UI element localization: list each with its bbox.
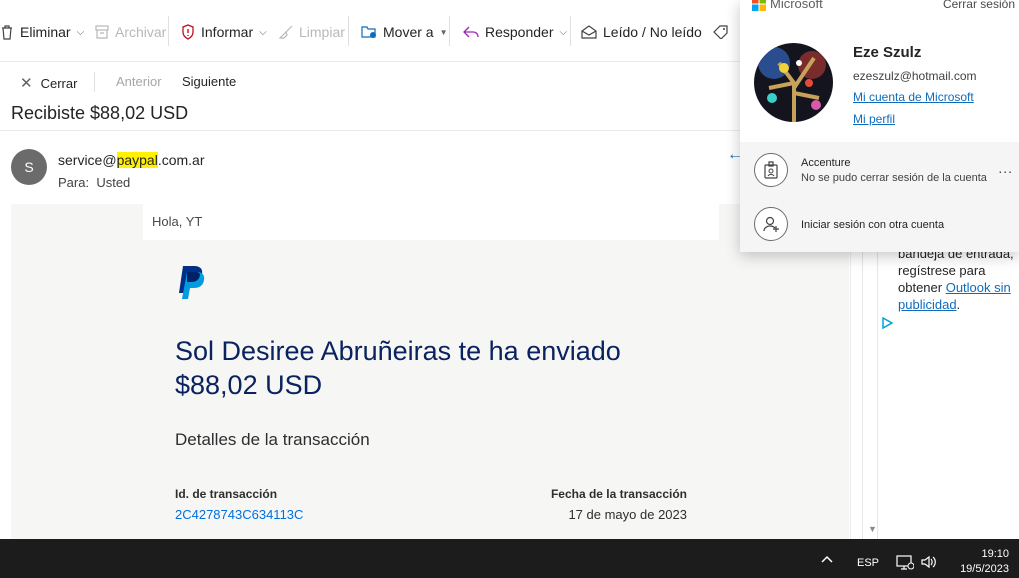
account-accenture[interactable]: Accenture No se pudo cerrar sesión de la… [740,142,1019,192]
sweep-label: Limpiar [299,24,345,40]
language-indicator[interactable]: ESP [857,557,879,569]
transaction-id-label: Id. de transacción [175,487,278,501]
archive-label: Archivar [115,24,167,40]
envelope-open-icon [581,25,597,39]
account-flyout: Microsoft Cerrar sesión Eze Szulz ezeszu… [740,0,1019,252]
greeting: Hola, YT [143,204,719,240]
email-headline: Sol Desiree Abruñeiras te ha enviado $88… [175,336,621,400]
chevron-down-icon[interactable]: ⌵ [259,27,267,38]
ad-line-2: regístrese para [898,263,986,278]
reply-icon [463,26,479,38]
sender-address[interactable]: service@paypal.com.ar [58,152,205,168]
other-accounts: Accenture No se pudo cerrar sesión de la… [740,142,1019,252]
archive-icon [95,25,109,39]
trash-icon [2,25,12,40]
transaction-id-link[interactable]: 2C4278743C634113C [175,507,303,522]
close-button[interactable]: ✕ Cerrar [20,74,77,92]
read-unread-button[interactable]: Leído / No leído [581,20,702,44]
move-to-button[interactable]: Mover a ▼ [361,20,448,44]
reply-label: Responder [485,24,554,40]
sender-avatar[interactable]: S [11,149,47,185]
report-label: Informar [201,24,254,40]
reading-pane-nav: ✕ Cerrar Anterior Siguiente [0,62,850,102]
next-button[interactable]: Siguiente [182,74,236,89]
microsoft-account-link[interactable]: Mi cuenta de Microsoft [853,90,974,104]
reply-button[interactable]: Responder ⌵ [463,20,567,44]
toolbar-divider [348,16,349,46]
clock-time[interactable]: 19:10 [981,548,1009,560]
chevron-down-icon[interactable]: ⌵ [77,27,85,38]
microsoft-logo: Microsoft [752,0,823,11]
recipient-line: Para: Usted [58,175,130,190]
caret-down-icon[interactable]: ▼ [440,28,448,37]
network-icon[interactable] [896,554,915,575]
sweep-button[interactable]: Limpiar [279,20,345,44]
user-email: ezeszulz@hotmail.com [853,69,977,83]
sender-highlight: paypal [116,152,158,168]
sign-out-link[interactable]: Cerrar sesión [943,0,1015,11]
other-account-label[interactable]: Iniciar sesión con otra cuenta [801,219,944,231]
next-label: Siguiente [182,74,237,89]
delete-button[interactable]: Eliminar ⌵ [0,20,84,44]
folder-move-icon [361,26,376,38]
chevron-up-icon[interactable] [820,553,834,567]
sender-prefix: service@ [58,152,117,168]
sender-suffix: .com.ar [157,152,205,168]
broom-icon [279,25,293,39]
account-name: Accenture [801,157,851,169]
account-status: No se pudo cerrar sesión de la cuenta [801,172,987,184]
message-subject: Recibiste $88,02 USD [11,103,189,123]
toolbar-divider [168,16,169,46]
badge-icon [754,153,788,187]
taskbar: ESP 19:10 19/5/2023 [0,539,1019,578]
scroll-down-icon[interactable]: ▼ [868,524,877,534]
adchoices-icon[interactable] [881,316,894,334]
subject-divider [0,130,850,131]
to-value: Usted [96,175,131,190]
previous-button[interactable]: Anterior [116,74,162,89]
archive-button[interactable]: Archivar [95,20,166,44]
my-profile-link[interactable]: Mi perfil [853,112,895,126]
nav-divider [94,72,95,92]
scrollbar[interactable] [862,250,878,539]
clock-date[interactable]: 19/5/2023 [960,563,1009,575]
report-button[interactable]: Informar ⌵ [181,20,267,44]
ad-suffix: . [956,297,961,312]
paypal-logo [175,264,207,307]
email-body: Hola, YT Sol Desiree Abruñeiras te ha en… [11,204,849,539]
add-person-icon [754,207,788,241]
microsoft-icon [752,0,766,11]
brand-label: Microsoft [770,0,823,11]
ad-line-3: obtener [898,280,943,295]
move-to-label: Mover a [383,24,434,40]
close-icon: ✕ [20,75,33,92]
delete-label: Eliminar [20,24,71,40]
toolbar-divider [570,16,571,46]
toolbar-divider [449,16,450,46]
tag-icon [713,25,728,39]
transaction-date-label: Fecha de la transacción [550,487,687,501]
tag-button[interactable] [713,20,735,44]
previous-label: Anterior [116,74,162,89]
transaction-details-title: Detalles de la transacción [175,430,370,449]
to-label: Para: [58,175,90,190]
chevron-down-icon[interactable]: ⌵ [560,27,568,38]
transaction-date-value: 17 de mayo de 2023 [568,507,687,522]
volume-icon[interactable] [920,554,938,575]
more-options-button[interactable]: ... [998,160,1013,176]
user-name: Eze Szulz [853,44,922,61]
ad-text: bandeja de entrada, regístrese para obte… [898,245,1014,313]
close-label: Cerrar [40,75,78,91]
flyout-header: Microsoft Cerrar sesión Eze Szulz ezeszu… [740,0,1019,140]
user-avatar[interactable] [754,43,833,122]
shield-alert-icon [182,24,194,40]
read-unread-label: Leído / No leído [603,24,702,40]
